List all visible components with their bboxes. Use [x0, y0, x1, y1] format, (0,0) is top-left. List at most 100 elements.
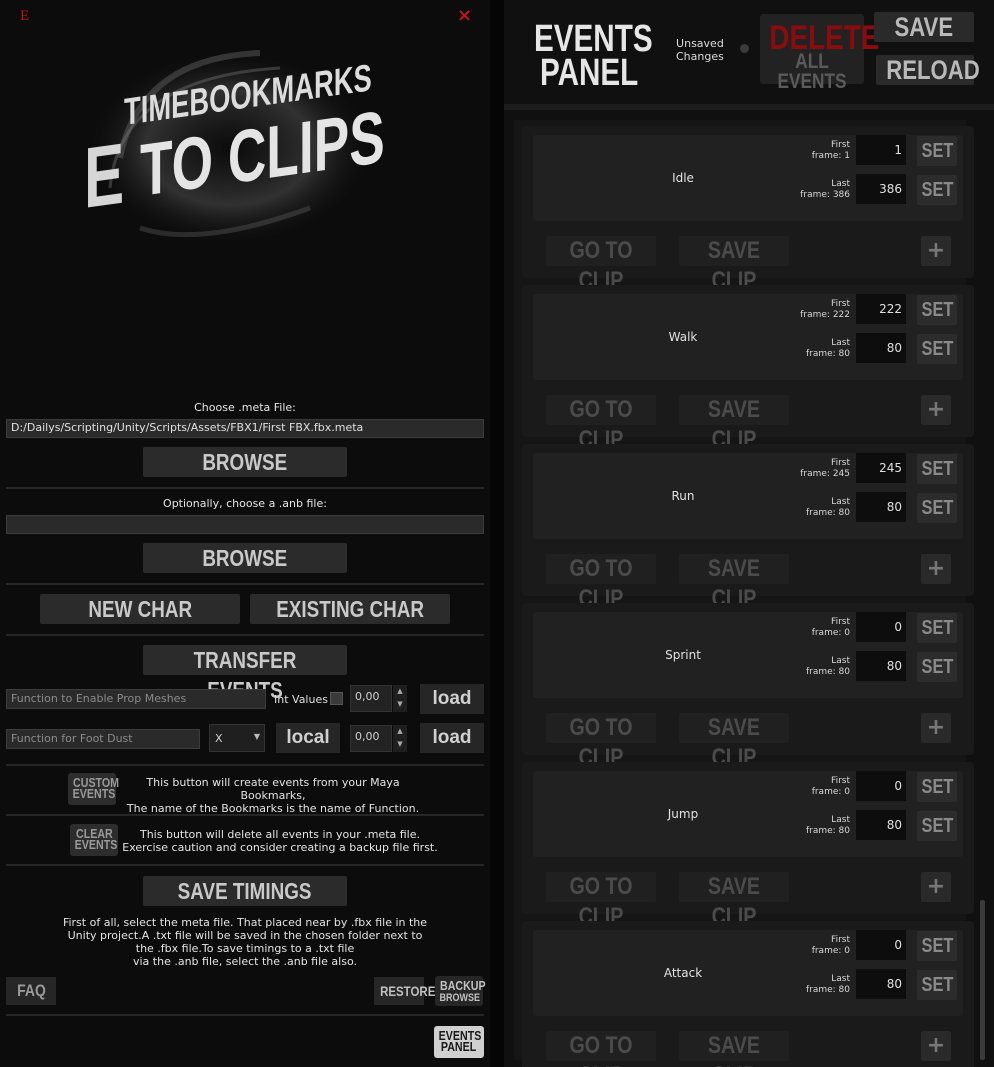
save-clip-button[interactable]: SAVE CLIP	[679, 872, 789, 930]
spin-up-icon[interactable]: ▲	[397, 727, 402, 735]
first-frame-input[interactable]: 1	[856, 135, 906, 165]
go-to-clip-button[interactable]: GO TO CLIP	[546, 872, 656, 930]
divider	[6, 583, 484, 585]
add-event-button[interactable]: +	[921, 1031, 951, 1061]
clip-card: Walk First frame: 222 222 SET Last frame: 80 80…	[522, 285, 974, 453]
anb-file-label: Optionally, choose a .anb file:	[163, 497, 327, 510]
last-frame-input[interactable]: 80	[856, 969, 906, 999]
new-char-button[interactable]: NEW CHAR	[40, 594, 240, 624]
first-frame-caption: First frame: 0	[811, 935, 850, 956]
set-last-frame-button[interactable]: SET	[917, 493, 957, 523]
first-frame-input[interactable]: 0	[856, 612, 906, 642]
clip-name: Jump	[667, 807, 699, 821]
custom-events-description: This button will create events from your…	[126, 776, 420, 815]
first-frame-input[interactable]: 222	[856, 294, 906, 324]
divider	[6, 1014, 484, 1016]
clip-name: Attack	[663, 966, 703, 980]
last-frame-input[interactable]: 80	[856, 333, 906, 363]
prop-value-field[interactable]: 0,00	[350, 685, 392, 712]
add-event-button[interactable]: +	[921, 713, 951, 743]
set-first-frame-button[interactable]: SET	[917, 136, 957, 166]
panel-splitter[interactable]	[490, 0, 504, 1067]
reload-button[interactable]: RELOAD	[876, 55, 980, 85]
backup-browse-button[interactable]: BACKUP BROWSE	[435, 976, 486, 1006]
add-event-button[interactable]: +	[921, 554, 951, 584]
spin-up-icon[interactable]: ▲	[397, 687, 402, 695]
close-icon[interactable]: ×	[457, 5, 472, 26]
first-frame-input[interactable]: 0	[856, 930, 906, 960]
prop-meshes-function-input[interactable]: Function to Enable Prop Meshes	[6, 689, 266, 709]
dust-value-spinner[interactable]: ▲ ▼	[393, 725, 407, 752]
save-clip-button[interactable]: SAVE CLIP	[679, 1031, 789, 1067]
add-event-button[interactable]: +	[921, 872, 951, 902]
axis-select[interactable]: X ▼	[209, 724, 265, 752]
events-panel-button[interactable]: EVENTS PANEL	[434, 1026, 484, 1058]
clip-name: Sprint	[665, 648, 701, 662]
spin-down-icon[interactable]: ▼	[397, 700, 402, 708]
dust-value-field[interactable]: 0,00	[350, 725, 392, 752]
chevron-down-icon: ▼	[253, 732, 260, 741]
first-frame-input[interactable]: 245	[856, 453, 906, 483]
add-event-button[interactable]: +	[921, 236, 951, 266]
set-first-frame-button[interactable]: SET	[917, 613, 957, 643]
save-timings-button[interactable]: SAVE TIMINGS	[143, 876, 347, 906]
custom-events-button[interactable]: CUSTOM EVENTS	[68, 773, 119, 805]
go-to-clip-button[interactable]: GO TO CLIP	[546, 395, 656, 453]
last-frame-input[interactable]: 80	[856, 810, 906, 840]
go-to-clip-button[interactable]: GO TO CLIP	[546, 554, 656, 612]
header-divider	[504, 104, 994, 110]
set-last-frame-button[interactable]: SET	[917, 811, 957, 841]
go-to-clip-button[interactable]: GO TO CLIP	[546, 713, 656, 771]
first-frame-input[interactable]: 0	[856, 771, 906, 801]
anb-file-path-field[interactable]	[6, 515, 484, 534]
last-frame-input[interactable]: 80	[856, 651, 906, 681]
save-clip-button[interactable]: SAVE CLIP	[679, 554, 789, 612]
unsaved-indicator-dot	[740, 44, 749, 53]
go-to-clip-button[interactable]: GO TO CLIP	[546, 1031, 656, 1067]
add-event-button[interactable]: +	[921, 395, 951, 425]
go-to-clip-button[interactable]: GO TO CLIP	[546, 236, 656, 294]
last-frame-input[interactable]: 80	[856, 492, 906, 522]
divider	[6, 487, 484, 489]
prop-load-button[interactable]: load	[420, 684, 484, 714]
transfer-events-button[interactable]: TRANSFER EVENTS	[143, 645, 347, 703]
browse-meta-button[interactable]: BROWSE	[143, 447, 347, 477]
set-last-frame-button[interactable]: SET	[917, 175, 957, 205]
save-clip-button[interactable]: SAVE CLIP	[679, 395, 789, 453]
browse-anb-button[interactable]: BROWSE	[143, 543, 347, 573]
set-first-frame-button[interactable]: SET	[917, 931, 957, 961]
last-frame-caption: Last frame: 80	[805, 656, 850, 677]
clip-name: Walk	[668, 330, 698, 344]
set-first-frame-button[interactable]: SET	[917, 454, 957, 484]
restore-button[interactable]: RESTORE	[374, 977, 435, 1005]
clip-header: Idle First frame: 1 1 SET Last frame: 386 386 SE…	[533, 135, 963, 221]
clear-events-button[interactable]: CLEAR EVENTS	[70, 824, 118, 856]
clip-header: Jump First frame: 0 0 SET Last frame: 80 80 SET	[533, 771, 963, 857]
save-button[interactable]: SAVE	[874, 12, 974, 42]
prop-value-spinner[interactable]: ▲ ▼	[393, 685, 407, 712]
set-last-frame-button[interactable]: SET	[917, 970, 957, 1000]
foot-dust-function-input[interactable]: Function for Foot Dust	[6, 729, 200, 749]
divider	[6, 634, 484, 636]
existing-char-button[interactable]: EXISTING CHAR	[250, 594, 450, 624]
last-frame-caption: Last frame: 80	[805, 974, 850, 995]
int-values-checkbox[interactable]	[330, 692, 343, 705]
faq-button[interactable]: FAQ	[6, 977, 56, 1005]
logo-line2: PANEL	[540, 52, 639, 94]
save-clip-button[interactable]: SAVE CLIP	[679, 713, 789, 771]
dust-load-button[interactable]: load	[420, 723, 484, 753]
delete-all-events-button[interactable]: DELETE ALL EVENTS	[760, 14, 879, 92]
meta-file-path-field[interactable]: D:/Dailys/Scripting/Unity/Scripts/Assets…	[6, 419, 484, 438]
first-frame-caption: First frame: 0	[811, 617, 850, 638]
set-last-frame-button[interactable]: SET	[917, 652, 957, 682]
set-first-frame-button[interactable]: SET	[917, 772, 957, 802]
local-space-button[interactable]: local	[276, 723, 340, 753]
set-last-frame-button[interactable]: SET	[917, 334, 957, 364]
last-frame-input[interactable]: 386	[856, 174, 906, 204]
clips-list[interactable]: Idle First frame: 1 1 SET Last frame: 386 386 SE…	[514, 120, 974, 1067]
save-clip-button[interactable]: SAVE CLIP	[679, 236, 789, 294]
events-panel-logo: EVENTS PANEL	[534, 18, 653, 96]
clips-scrollbar[interactable]	[980, 900, 985, 1060]
set-first-frame-button[interactable]: SET	[917, 295, 957, 325]
spin-down-icon[interactable]: ▼	[397, 740, 402, 748]
